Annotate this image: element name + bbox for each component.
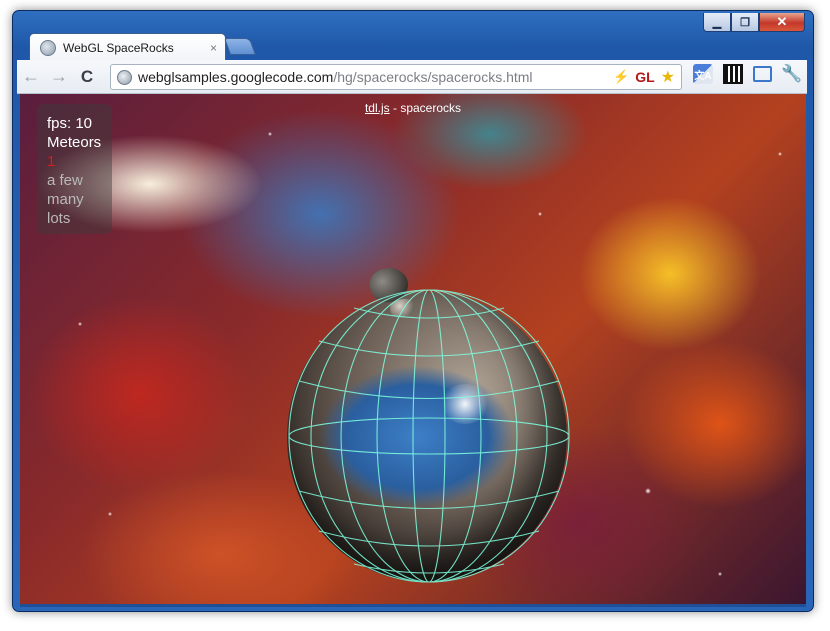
- page-globe-icon: [117, 69, 132, 85]
- lightning-icon[interactable]: ⚡: [613, 69, 629, 85]
- caption-text: - spacerocks: [389, 101, 462, 115]
- reload-button[interactable]: C: [73, 67, 101, 87]
- minimize-button[interactable]: ▁: [703, 13, 731, 32]
- translate-icon[interactable]: 文A: [693, 64, 713, 84]
- close-window-button[interactable]: ✕: [759, 13, 805, 32]
- address-bar[interactable]: webglsamples.googlecode.com/hg/spacerock…: [110, 64, 682, 90]
- screen-capture-icon[interactable]: [753, 66, 772, 82]
- webgl-canvas[interactable]: tdl.js - spacerocks fps: 10 Meteors 1 a …: [20, 94, 806, 604]
- maximize-button[interactable]: ❐: [731, 13, 759, 32]
- bookmark-star-icon[interactable]: ★: [661, 67, 675, 87]
- wireframe-shield: [288, 289, 570, 583]
- window-controls: ▁ ❐ ✕: [703, 13, 805, 33]
- meteor-option-1[interactable]: 1: [47, 152, 112, 171]
- back-button[interactable]: ←: [17, 66, 45, 87]
- gl-badge-icon[interactable]: GL: [635, 69, 654, 85]
- wrench-menu-icon[interactable]: 🔧: [781, 64, 802, 84]
- hud-panel: fps: 10 Meteors 1 a few many lots: [37, 104, 112, 234]
- qr-code-icon[interactable]: [723, 64, 743, 84]
- meteor-option-lots[interactable]: lots: [47, 209, 112, 228]
- forward-button[interactable]: →: [45, 66, 73, 87]
- page-caption: tdl.js - spacerocks: [20, 101, 806, 115]
- meteors-label: Meteors: [47, 134, 102, 151]
- tab-title: WebGL SpaceRocks: [63, 40, 174, 55]
- meteor-option-a-few[interactable]: a few: [47, 171, 112, 190]
- browser-toolbar: ← → C webglsamples.googlecode.com/hg/spa…: [17, 60, 807, 94]
- fps-counter: fps: 10: [47, 115, 93, 132]
- tab-close-icon[interactable]: ×: [210, 41, 217, 55]
- extension-icons: 文A 🔧: [693, 64, 803, 84]
- url-path: /hg/spacerocks/spacerocks.html: [333, 69, 533, 85]
- meteor-option-many[interactable]: many: [47, 190, 112, 209]
- browser-window: ▁ ❐ ✕ WebGL SpaceRocks × ← → C webglsamp…: [12, 10, 814, 612]
- new-tab-button[interactable]: [223, 38, 257, 55]
- tdl-link[interactable]: tdl.js: [365, 101, 390, 115]
- globe-icon: [40, 39, 56, 56]
- omnibox-icons: ⚡ GL ★: [613, 67, 675, 87]
- tab-webgl-spacerocks[interactable]: WebGL SpaceRocks ×: [29, 33, 226, 61]
- url-text[interactable]: webglsamples.googlecode.com/hg/spacerock…: [138, 69, 613, 85]
- url-host: webglsamples.googlecode.com: [138, 69, 334, 85]
- window-frame-bottom: [20, 604, 806, 607]
